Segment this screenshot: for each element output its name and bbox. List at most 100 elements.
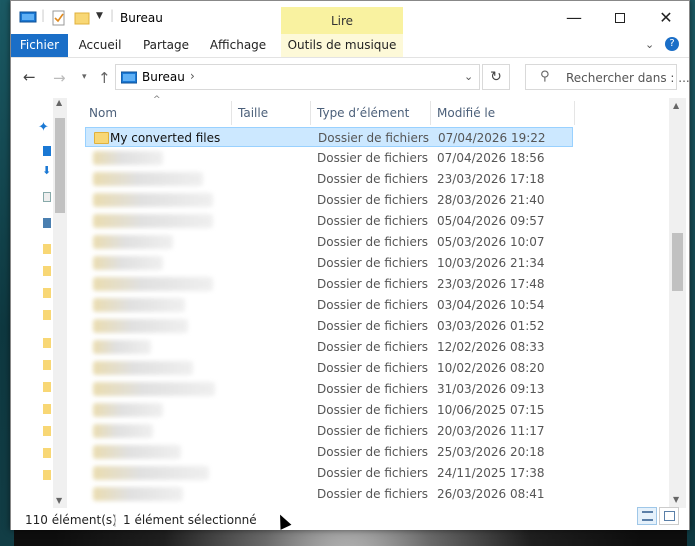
table-row[interactable]: Dossier de fichiers 05/03/2026 10:07 bbox=[85, 232, 573, 252]
quick-access-pin-icon[interactable]: ✦ bbox=[38, 120, 49, 135]
large-icons-view-icon bbox=[664, 511, 675, 521]
table-row[interactable]: Dossier de fichiers 10/02/2026 08:20 bbox=[85, 358, 573, 378]
scroll-up-icon[interactable]: ▲ bbox=[673, 101, 679, 110]
folder-nav-icon[interactable] bbox=[43, 470, 51, 480]
redacted-file-name bbox=[93, 298, 185, 312]
file-modified-date: 10/02/2026 08:20 bbox=[437, 361, 545, 375]
folder-nav-icon[interactable] bbox=[43, 448, 51, 458]
details-view-icon bbox=[642, 511, 653, 521]
redacted-file-name bbox=[93, 235, 173, 249]
redacted-file-name bbox=[93, 466, 209, 480]
file-list-scrollbar[interactable] bbox=[669, 98, 686, 508]
search-placeholder: Rechercher dans : ... bbox=[566, 71, 690, 85]
navigation-pane[interactable]: ✦ ⬇ ▲ ▼ bbox=[11, 98, 69, 508]
file-type: Dossier de fichiers bbox=[317, 466, 429, 480]
folder-nav-icon[interactable] bbox=[43, 288, 51, 298]
table-row[interactable]: Dossier de fichiers 23/03/2026 17:18 bbox=[85, 169, 573, 189]
folder-nav-icon[interactable] bbox=[43, 266, 51, 276]
file-type: Dossier de fichiers bbox=[317, 193, 429, 207]
explorer-window: | ▼ | Bureau Lire — ✕ Fichier Accueil Pa… bbox=[10, 0, 690, 530]
table-row[interactable]: Dossier de fichiers 10/03/2026 21:34 bbox=[85, 253, 573, 273]
table-row[interactable]: Dossier de fichiers 26/03/2026 08:41 bbox=[85, 484, 573, 504]
table-row[interactable]: Dossier de fichiers 23/03/2026 17:48 bbox=[85, 274, 573, 294]
table-row[interactable]: Dossier de fichiers 05/04/2026 09:57 bbox=[85, 211, 573, 231]
file-modified-date: 07/04/2026 18:56 bbox=[437, 151, 545, 165]
recent-dropdown-icon[interactable]: ▾ bbox=[82, 72, 87, 82]
tab-fichier[interactable]: Fichier bbox=[11, 34, 68, 57]
expand-ribbon-icon[interactable]: ⌄ bbox=[645, 38, 654, 51]
pictures-nav-icon[interactable] bbox=[43, 218, 51, 228]
breadcrumb-chevron-icon[interactable]: › bbox=[190, 69, 195, 83]
column-header-size[interactable]: Taille bbox=[238, 101, 268, 125]
file-modified-date: 25/03/2026 20:18 bbox=[437, 445, 545, 459]
up-arrow-icon[interactable]: ↑ bbox=[98, 69, 111, 87]
folder-nav-icon[interactable] bbox=[43, 382, 51, 392]
redacted-file-name bbox=[93, 193, 213, 207]
search-box[interactable]: ⚲ Rechercher dans : ... bbox=[525, 64, 690, 90]
nav-scroll-down-icon[interactable]: ▼ bbox=[56, 496, 62, 505]
tab-outils-de-musique[interactable]: Outils de musique bbox=[281, 34, 403, 57]
tab-accueil[interactable]: Accueil bbox=[73, 34, 127, 57]
details-view-button[interactable] bbox=[637, 507, 657, 525]
desktop-folder-icon bbox=[121, 71, 137, 84]
file-type: Dossier de fichiers bbox=[317, 361, 429, 375]
address-bar[interactable]: Bureau › ⌄ bbox=[115, 64, 480, 90]
table-row[interactable]: Dossier de fichiers 24/11/2025 17:38 bbox=[85, 463, 573, 483]
back-arrow-icon[interactable]: ← bbox=[23, 68, 36, 86]
table-row[interactable]: Dossier de fichiers 03/03/2026 01:52 bbox=[85, 316, 573, 336]
file-modified-date: 26/03/2026 08:41 bbox=[437, 487, 545, 501]
maximize-icon bbox=[615, 12, 625, 23]
file-modified-date: 10/06/2025 07:15 bbox=[437, 403, 545, 417]
folder-nav-icon[interactable] bbox=[43, 310, 51, 320]
folder-nav-icon[interactable] bbox=[43, 404, 51, 414]
minimize-button[interactable]: — bbox=[551, 1, 597, 34]
nav-pane-scroll-thumb[interactable] bbox=[55, 118, 65, 213]
documents-nav-icon[interactable] bbox=[43, 192, 51, 202]
help-icon[interactable]: ? bbox=[665, 37, 679, 51]
scroll-down-icon[interactable]: ▼ bbox=[673, 495, 679, 504]
nav-scroll-up-icon[interactable]: ▲ bbox=[56, 98, 62, 107]
downloads-nav-icon[interactable]: ⬇ bbox=[42, 164, 51, 177]
column-header-name[interactable]: Nom bbox=[89, 101, 117, 125]
file-type: Dossier de fichiers bbox=[317, 487, 429, 501]
file-type: Dossier de fichiers bbox=[317, 235, 429, 249]
close-icon: ✕ bbox=[659, 8, 673, 27]
table-row[interactable]: Dossier de fichiers 25/03/2026 20:18 bbox=[85, 442, 573, 462]
maximize-button[interactable] bbox=[597, 1, 643, 34]
desktop-nav-icon[interactable] bbox=[43, 146, 51, 156]
tab-partage[interactable]: Partage bbox=[137, 34, 195, 57]
table-row[interactable]: Dossier de fichiers 12/02/2026 08:33 bbox=[85, 337, 573, 357]
table-row[interactable]: My converted files Dossier de fichiers 07/… bbox=[85, 127, 573, 147]
refresh-button[interactable]: ↻ bbox=[482, 64, 510, 90]
context-tab-lire[interactable]: Lire bbox=[281, 7, 403, 35]
file-type: Dossier de fichiers bbox=[317, 298, 429, 312]
column-header-modified[interactable]: Modifié le bbox=[437, 101, 495, 125]
new-folder-icon[interactable] bbox=[74, 10, 90, 26]
address-dropdown-icon[interactable]: ⌄ bbox=[464, 70, 473, 83]
file-type: Dossier de fichiers bbox=[317, 277, 429, 291]
file-type: Dossier de fichiers bbox=[317, 214, 429, 228]
file-type: Dossier de fichiers bbox=[317, 151, 429, 165]
close-button[interactable]: ✕ bbox=[643, 1, 689, 34]
column-header-type[interactable]: Type d’élément bbox=[317, 101, 409, 125]
folder-nav-icon[interactable] bbox=[43, 360, 51, 370]
minimize-icon: — bbox=[566, 8, 582, 27]
folder-nav-icon[interactable] bbox=[43, 338, 51, 348]
table-row[interactable]: Dossier de fichiers 07/04/2026 18:56 bbox=[85, 148, 573, 168]
window-title: Bureau bbox=[120, 11, 163, 25]
folder-nav-icon[interactable] bbox=[43, 426, 51, 436]
large-icons-view-button[interactable] bbox=[659, 507, 679, 525]
table-row[interactable]: Dossier de fichiers 31/03/2026 09:13 bbox=[85, 379, 573, 399]
table-row[interactable]: Dossier de fichiers 28/03/2026 21:40 bbox=[85, 190, 573, 210]
file-list-scroll-thumb[interactable] bbox=[672, 233, 683, 291]
forward-arrow-icon[interactable]: → bbox=[53, 69, 66, 87]
quick-access-dropdown-icon[interactable]: ▼ bbox=[96, 11, 103, 21]
table-row[interactable]: Dossier de fichiers 03/04/2026 10:54 bbox=[85, 295, 573, 315]
properties-icon[interactable] bbox=[52, 10, 66, 26]
file-type: Dossier de fichiers bbox=[317, 340, 429, 354]
tab-affichage[interactable]: Affichage bbox=[205, 34, 271, 57]
redacted-file-name bbox=[93, 319, 188, 333]
folder-nav-icon[interactable] bbox=[43, 244, 51, 254]
table-row[interactable]: Dossier de fichiers 10/06/2025 07:15 bbox=[85, 400, 573, 420]
table-row[interactable]: Dossier de fichiers 20/03/2026 11:17 bbox=[85, 421, 573, 441]
